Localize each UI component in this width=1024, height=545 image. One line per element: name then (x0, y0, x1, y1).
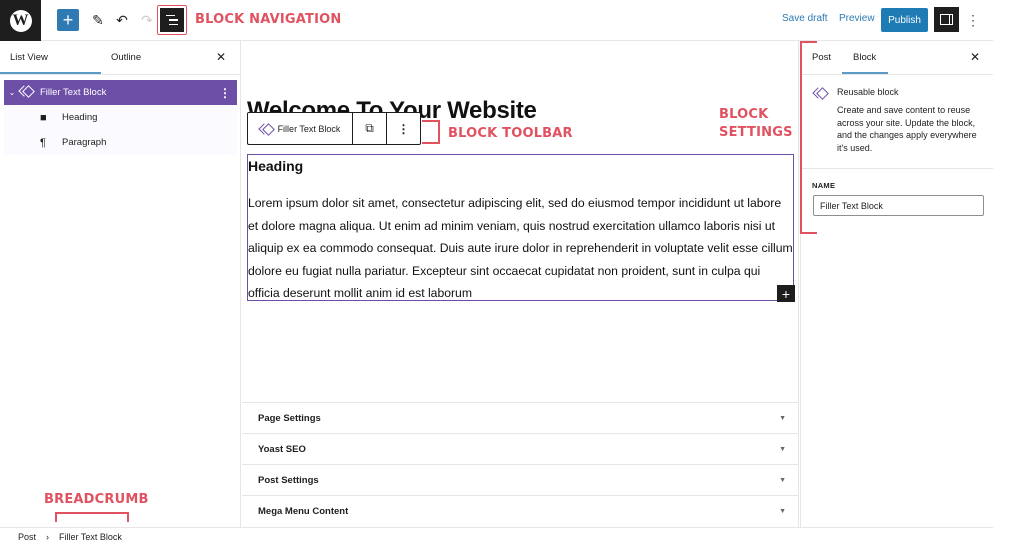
annotation-line: BLOCK (719, 107, 769, 122)
caret-down-icon[interactable]: ▼ (779, 477, 786, 484)
reusable-block-icon (260, 123, 272, 135)
list-item-label: Heading (62, 112, 98, 123)
list-view-icon (160, 8, 184, 32)
bookmark-icon: ■ (40, 111, 47, 124)
metabox-title: Yoast SEO (258, 443, 306, 455)
settings-toggle-button[interactable] (934, 7, 959, 32)
metabox-title: Page Settings (258, 412, 321, 424)
options-menu-button[interactable]: ⋮ (966, 9, 980, 31)
annotation-block-toolbar: BLOCK TOOLBAR (448, 126, 573, 141)
annotation-bracket-settings (800, 41, 817, 234)
save-draft-button[interactable]: Save draft (782, 13, 828, 24)
tab-block[interactable]: Block (853, 41, 876, 75)
copy-icon: ⧉ (365, 121, 374, 135)
convert-to-regular-button[interactable]: ⧉ (353, 113, 387, 144)
breadcrumb-item-block[interactable]: Filler Text Block (59, 532, 122, 542)
tab-outline[interactable]: Outline (111, 41, 141, 75)
breadcrumb: Post › Filler Text Block (0, 527, 993, 545)
block-card-description: Create and save content to reuse across … (837, 105, 977, 153)
list-view-toggle-button[interactable] (157, 5, 187, 35)
metabox-title: Post Settings (258, 474, 319, 486)
close-list-view-button[interactable]: ✕ (216, 50, 226, 64)
editor-header: W + ✎ ↶ ↷ BLOCK NAVIGATION Save draft Pr… (0, 0, 993, 41)
undo-button[interactable]: ↶ (112, 9, 132, 31)
wordpress-icon: W (9, 9, 32, 32)
chevron-down-icon[interactable]: ⌄ (4, 88, 20, 97)
annotation-line: SETTINGS (719, 125, 793, 140)
list-item-label: Paragraph (62, 137, 107, 148)
heading-block[interactable]: Heading (248, 158, 303, 174)
active-tab-indicator (842, 72, 888, 74)
block-name: Filler Text Block (277, 123, 341, 134)
block-name-input[interactable] (813, 195, 984, 216)
block-options-button[interactable]: ⋮ (219, 86, 231, 100)
tools-button[interactable]: ✎ (88, 9, 108, 31)
block-settings-sidebar: Post Block ✕ Reusable block Create and s… (800, 41, 993, 527)
block-card: Reusable block Create and save content t… (801, 75, 993, 169)
more-vertical-icon: ⋮ (966, 11, 980, 28)
breadcrumb-item-post[interactable]: Post (18, 532, 36, 542)
metabox-post-settings[interactable]: Post Settings ▼ (242, 464, 798, 495)
annotation-bracket-toolbar (422, 120, 440, 144)
block-more-options-button[interactable]: ⋮ (387, 113, 420, 144)
close-icon: ✕ (970, 50, 981, 64)
block-appender-button[interactable]: + (777, 285, 795, 302)
close-icon: ✕ (216, 50, 227, 64)
list-item-paragraph[interactable]: ¶ Paragraph (4, 130, 237, 155)
undo-icon: ↶ (116, 11, 128, 28)
block-switcher-button[interactable]: Filler Text Block (248, 113, 353, 144)
editor-canvas: Welcome To Your Website Filler Text Bloc… (242, 41, 799, 402)
annotation-block-navigation: BLOCK NAVIGATION (195, 12, 342, 27)
list-item-label: Filler Text Block (40, 87, 107, 98)
metabox-mega-menu-content[interactable]: Mega Menu Content ▼ (242, 495, 798, 526)
list-view-tabs: List View Outline ✕ (0, 41, 240, 75)
active-tab-indicator (0, 72, 101, 74)
chevron-right-icon: › (46, 531, 50, 542)
metabox-yoast-seo[interactable]: Yoast SEO ▼ (242, 433, 798, 464)
plus-icon: + (781, 285, 791, 302)
reusable-block-icon (20, 85, 32, 97)
publish-button[interactable]: Publish (881, 8, 928, 32)
list-item-filler-text-block[interactable]: ⌄ Filler Text Block ⋮ (4, 80, 237, 105)
wordpress-logo-button[interactable]: W (0, 0, 41, 41)
caret-down-icon[interactable]: ▼ (779, 415, 786, 422)
block-inserter-button[interactable]: + (57, 9, 79, 31)
annotation-block-settings: BLOCK SETTINGS (719, 106, 793, 142)
preview-button[interactable]: Preview (839, 13, 875, 24)
redo-button[interactable]: ↷ (137, 9, 157, 31)
sidebar-panel-icon (940, 14, 953, 25)
list-view-sidebar: List View Outline ✕ ⌄ Filler Text Block … (0, 41, 241, 527)
paragraph-icon: ¶ (40, 136, 46, 149)
close-settings-button[interactable]: ✕ (970, 50, 980, 64)
settings-tabs: Post Block ✕ (801, 41, 993, 75)
reusable-block[interactable]: Heading Lorem ipsum dolor sit amet, cons… (247, 154, 795, 302)
block-toolbar: Filler Text Block ⧉ ⋮ (247, 112, 421, 145)
metabox-page-settings[interactable]: Page Settings ▼ (242, 402, 798, 433)
annotation-breadcrumb: BREADCRUMB (44, 492, 149, 507)
pencil-icon: ✎ (92, 11, 104, 28)
block-card-title: Reusable block (837, 87, 899, 97)
more-vertical-icon: ⋮ (397, 121, 410, 136)
plus-icon: + (62, 9, 74, 30)
caret-down-icon[interactable]: ▼ (779, 446, 786, 453)
annotation-bracket-breadcrumb (55, 512, 129, 522)
tab-list-view[interactable]: List View (10, 41, 48, 75)
caret-down-icon[interactable]: ▼ (779, 508, 786, 515)
list-item-heading[interactable]: ■ Heading (4, 105, 237, 130)
metaboxes-area: Page Settings ▼ Yoast SEO ▼ Post Setting… (242, 402, 799, 527)
paragraph-block[interactable]: Lorem ipsum dolor sit amet, consectetur … (248, 192, 793, 305)
redo-icon: ↷ (141, 11, 153, 28)
metabox-title: Mega Menu Content (258, 505, 349, 517)
